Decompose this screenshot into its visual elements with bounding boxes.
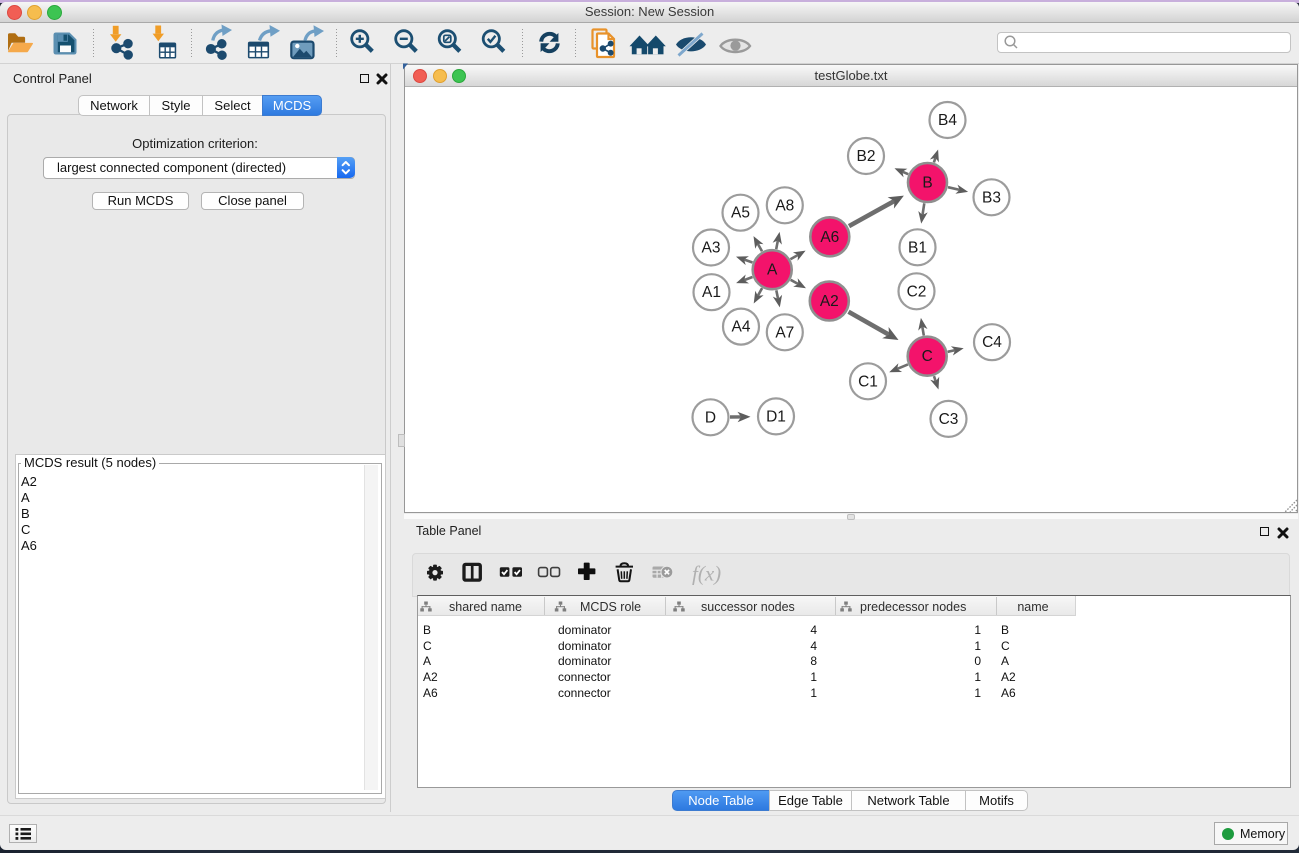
svg-text:A2: A2 [820, 293, 839, 310]
svg-text:C4: C4 [982, 334, 1002, 351]
svg-text:dominator: dominator [558, 623, 611, 637]
svg-text:B3: B3 [982, 189, 1001, 206]
svg-text:dominator: dominator [558, 654, 611, 668]
svg-text:C2: C2 [907, 283, 927, 300]
svg-text:0: 0 [974, 654, 981, 668]
svg-text:C1: C1 [858, 373, 878, 390]
svg-text:A6: A6 [1001, 686, 1016, 700]
svg-text:4: 4 [810, 623, 817, 637]
svg-text:A: A [767, 262, 778, 279]
svg-text:A6: A6 [423, 686, 438, 700]
svg-text:shared name: shared name [449, 600, 522, 614]
svg-text:C: C [922, 348, 933, 365]
svg-text:D1: D1 [766, 408, 786, 425]
svg-text:1: 1 [810, 670, 817, 684]
svg-text:A8: A8 [775, 197, 794, 214]
svg-text:B: B [922, 175, 932, 192]
svg-text:1: 1 [810, 686, 817, 700]
svg-text:1: 1 [974, 623, 981, 637]
svg-text:predecessor nodes: predecessor nodes [860, 600, 966, 614]
svg-text:connector: connector [558, 686, 611, 700]
svg-text:C: C [1001, 639, 1010, 653]
svg-text:A7: A7 [775, 324, 794, 341]
svg-text:A5: A5 [731, 205, 750, 222]
svg-text:A: A [423, 654, 431, 668]
svg-text:B4: B4 [938, 112, 957, 129]
svg-text:successor nodes: successor nodes [701, 600, 795, 614]
svg-text:A: A [1001, 654, 1009, 668]
svg-text:dominator: dominator [558, 639, 611, 653]
svg-text:A3: A3 [702, 240, 721, 257]
svg-text:1: 1 [974, 686, 981, 700]
svg-text:f(x): f(x) [692, 562, 721, 586]
svg-text:B1: B1 [908, 239, 927, 256]
svg-text:B2: B2 [857, 148, 876, 165]
svg-text:A6: A6 [820, 229, 839, 246]
svg-text:1: 1 [974, 670, 981, 684]
svg-text:B: B [423, 623, 431, 637]
svg-text:A4: A4 [732, 319, 751, 336]
svg-text:A2: A2 [1001, 670, 1016, 684]
svg-text:connector: connector [558, 670, 611, 684]
svg-text:D: D [705, 409, 716, 426]
svg-text:C3: C3 [939, 411, 959, 428]
svg-text:name: name [1017, 600, 1048, 614]
svg-text:C: C [423, 639, 432, 653]
svg-text:B: B [1001, 623, 1009, 637]
svg-text:MCDS role: MCDS role [580, 600, 641, 614]
svg-text:8: 8 [810, 654, 817, 668]
svg-text:A2: A2 [423, 670, 438, 684]
svg-text:1: 1 [974, 639, 981, 653]
svg-text:A1: A1 [702, 284, 721, 301]
svg-text:4: 4 [810, 639, 817, 653]
